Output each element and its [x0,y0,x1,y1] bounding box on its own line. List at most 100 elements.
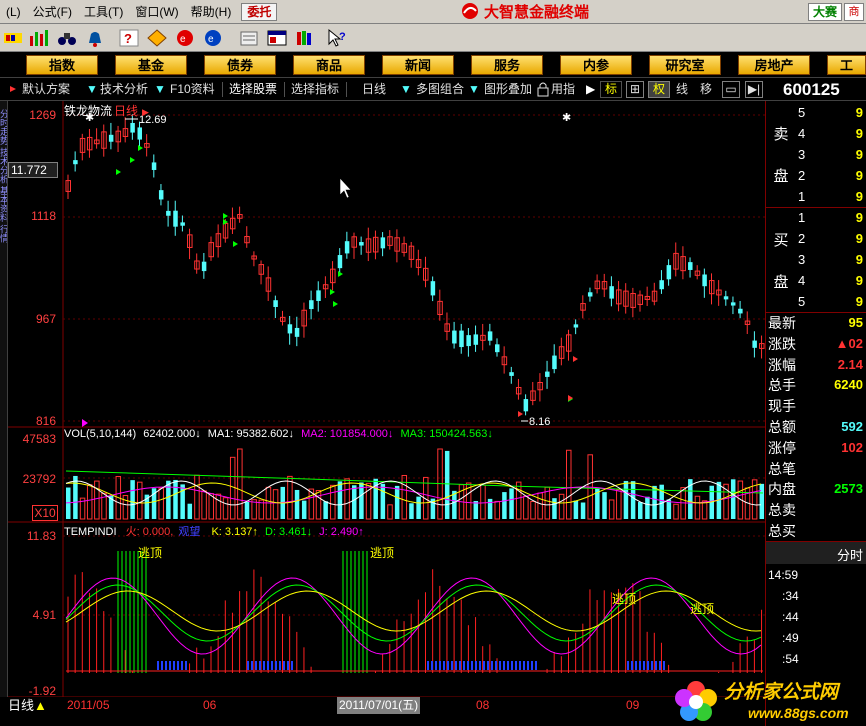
default-scheme-button[interactable]: 默认方案 [22,79,70,100]
mark-button[interactable]: 标 [600,81,622,98]
books-icon[interactable] [294,28,316,48]
minute-header[interactable]: 分时 [837,545,863,564]
last-page-icon[interactable]: ▶| [745,81,763,98]
volume-bar-down [509,488,514,519]
menu-item-tools[interactable]: 工具(T) [78,0,129,24]
select-stock-button[interactable]: 选择股票 [229,79,277,100]
tech-analysis-button[interactable]: 技术分析 [100,79,148,100]
volume-bar-down [166,480,171,519]
order-button[interactable]: 委托 [241,2,278,21]
contest-button[interactable]: 大赛 [807,3,842,21]
menu-bar: (L) 公式(F) 工具(T) 窗口(W) 帮助(H) 委托 [0,0,866,24]
help-query-icon[interactable]: ? [118,28,140,48]
period-arrow-icon[interactable]: ▶ [142,107,149,117]
volume-bar-down [759,483,765,519]
volume-bar-down [130,480,135,519]
candle-body-down [309,300,314,310]
crosshair-icon[interactable]: ⊞ [626,81,644,98]
price-axis-label: 816 [35,414,56,428]
menu-item-formula[interactable]: 公式(F) [27,0,78,24]
volume-bar-down [416,496,421,519]
volume-header: VOL(5,10,144) 62402.000↓ MA1: 95382.602↓… [64,428,493,440]
candle-body-down [466,335,471,347]
move-button[interactable]: 移 [700,79,712,100]
kline-chart[interactable]: 12.69 8.16 ✱ ✱ [8,101,765,697]
indicator-observe: 观望 [178,526,201,538]
multi-chart-button[interactable]: 多图组合 [416,79,464,100]
category-commodity[interactable]: 商品 [293,55,365,75]
svg-text:e: e [180,34,186,45]
period-selector[interactable]: 日线▲ [8,697,47,715]
help-pointer-icon[interactable]: ? [326,28,348,48]
volume-bar-down [602,492,607,519]
buy-price: 9 [855,210,863,225]
category-news[interactable]: 新闻 [382,55,454,75]
category-insider[interactable]: 内参 [560,55,632,75]
candle-body-down [316,290,321,302]
quote-label: 总额 [768,419,796,435]
category-fund[interactable]: 基金 [115,55,187,75]
right-menu-button[interactable]: 商 [844,3,864,21]
overlay-button[interactable]: 图形叠加 [484,79,532,100]
time-axis-bar: 日线▲ 2011/05 06 2011/07/01(五) 08 09 [0,697,765,726]
up-triangle-icon: ▲ [34,698,47,713]
candle-body-down [702,274,707,287]
sell-price: 9 [855,168,863,183]
escape-top-signal: 逃顶 [690,602,715,616]
alert-bell-icon[interactable] [84,28,106,48]
candle-body-down [738,308,743,314]
candle-body-down [552,355,557,370]
blue-sphere-icon[interactable]: e [202,28,224,48]
sell-price: 9 [855,126,863,141]
candle-body-down [130,122,135,133]
menu-item-window[interactable]: 窗口(W) [129,0,184,24]
binoculars-icon[interactable] [56,28,78,48]
volume-bar-down [294,489,300,519]
volume-bar-down [444,450,450,519]
quote-label: 涨幅 [768,356,796,373]
rights-button[interactable]: 权 [648,81,670,98]
volume-bar-down [394,485,400,519]
indicator-d: D: 3.461↓ [265,526,313,538]
category-index[interactable]: 指数 [26,55,98,75]
candle-body-down [666,265,672,280]
dropdown-arrow-icon[interactable]: ▼ [468,79,480,100]
indicator-axis-label: 11.83 [26,529,56,543]
category-bond[interactable]: 债券 [204,55,276,75]
menu-item-help[interactable]: 帮助(H) [185,0,238,24]
chart-bars-icon[interactable] [28,28,50,48]
select-indicator-button[interactable]: 选择指标 [291,79,339,100]
volume-bar-down [666,499,672,519]
time-axis-current-date: 2011/07/01(五) [337,697,421,714]
diamond-icon[interactable] [146,28,168,48]
f10-info-button[interactable]: F10资料 [170,79,215,100]
candle-body-down [752,340,757,348]
buy-level: 1 [798,210,806,225]
notepad-icon[interactable] [238,28,260,48]
quote-label: 最新 [768,315,796,331]
red-sphere-icon[interactable]: e [174,28,196,48]
daily-period-button[interactable]: 日线 [362,79,386,100]
play-arrow-icon[interactable]: ▶ [586,79,595,100]
window-icon[interactable] [266,28,288,48]
candle-body-down [495,344,500,353]
use-indicator-button[interactable]: 用指 [551,79,575,100]
dropdown-arrow-icon[interactable]: ▼ [154,79,166,100]
line-button[interactable]: 线 [676,79,688,100]
lock-icon[interactable] [537,79,549,100]
buy-level: 4 [798,273,806,288]
category-more[interactable]: 工 [827,55,866,75]
quote-label: 总买 [768,523,796,539]
candle-body-down [337,255,343,269]
quote-value: 102 [841,439,863,455]
time-axis-label: 06 [203,698,217,712]
window-box-icon[interactable]: ▭ [722,81,740,98]
dropdown-arrow-icon[interactable]: ▼ [400,79,412,100]
category-realestate[interactable]: 房地产 [738,55,810,75]
menu-item-l[interactable]: (L) [0,0,27,24]
volume-ma2: MA2: 101854.000↓ [301,428,394,440]
category-service[interactable]: 服务 [471,55,543,75]
quote-icon[interactable] [2,28,24,48]
category-research[interactable]: 研究室 [649,55,721,75]
dropdown-arrow-icon[interactable]: ▼ [86,79,98,100]
